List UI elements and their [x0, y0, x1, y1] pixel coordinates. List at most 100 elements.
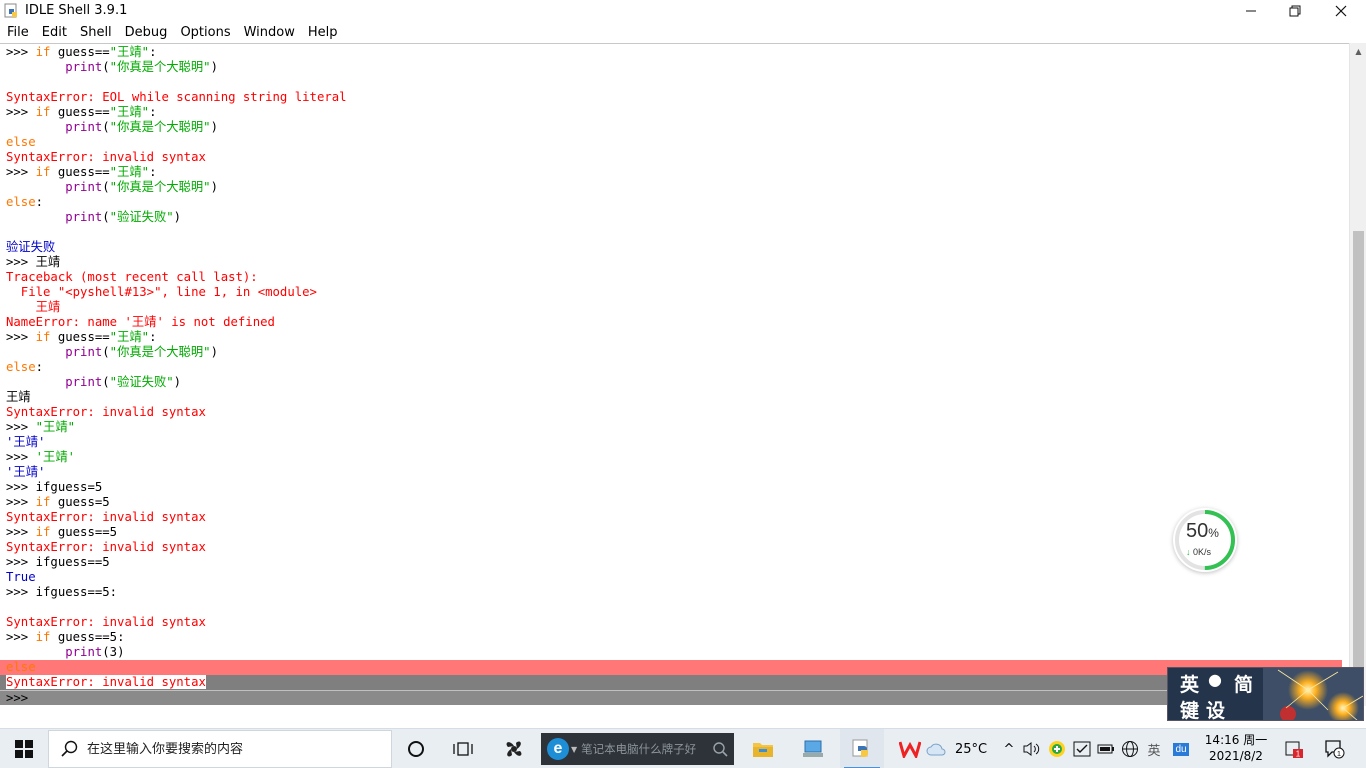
shell-line: '王靖': [6, 465, 1342, 480]
cortana-button[interactable]: [396, 729, 436, 768]
close-button[interactable]: [1318, 0, 1364, 22]
ime-toolbar[interactable]: 英 ● 简 键 设: [1167, 667, 1364, 721]
token-prompt: >>>: [6, 555, 36, 569]
token-prompt: >>>: [6, 450, 36, 464]
green-plus-icon: [1049, 741, 1065, 757]
ime-lang-label[interactable]: 英: [1180, 670, 1199, 697]
shell-line: >>> if guess=="王靖":: [6, 330, 1342, 345]
weather-temp[interactable]: 25°C: [951, 729, 991, 768]
task-view-button[interactable]: [443, 729, 483, 768]
token-plain: ): [210, 60, 218, 74]
browser-search-widget[interactable]: e ▼ 笔记本电脑什么牌子好: [541, 733, 734, 765]
token-plain: guess==: [50, 165, 110, 179]
battery-button[interactable]: [1095, 729, 1117, 768]
svg-text:1: 1: [1337, 749, 1341, 758]
menu-window[interactable]: Window: [238, 25, 301, 40]
scrollbar-thumb[interactable]: [1353, 231, 1364, 701]
shell-editor[interactable]: >>> if guess=="王靖": print("你真是个大聪明") Synt…: [0, 43, 1366, 706]
tray-app-plus-button[interactable]: [1046, 729, 1068, 768]
minimize-button[interactable]: [1228, 0, 1274, 22]
action-center-icon: 1: [1325, 740, 1345, 759]
taskbar-search[interactable]: [48, 730, 392, 768]
restore-button[interactable]: [1272, 0, 1318, 22]
folder-icon: [753, 743, 773, 757]
shell-line: >>> ifguess=5: [6, 480, 1342, 495]
file-explorer-button[interactable]: [742, 729, 784, 768]
token-kw: else: [6, 135, 36, 149]
app-fan-button[interactable]: [493, 729, 535, 768]
token-bi: print: [65, 345, 103, 359]
token-plain: (: [102, 210, 110, 224]
tray-expand-icon[interactable]: ^: [1000, 729, 1018, 768]
shell-line: print("你真是个大聪明"): [6, 180, 1342, 195]
token-plain: ifguess=5: [35, 480, 103, 494]
shell-line: 王靖: [6, 390, 1342, 405]
shell-line: else: [0, 660, 1342, 675]
token-err: SyntaxError: invalid syntax: [6, 540, 206, 554]
globe-icon: [1122, 741, 1138, 757]
shell-line: print("你真是个大聪明"): [6, 120, 1342, 135]
tray-app-check-button[interactable]: [1071, 729, 1093, 768]
token-kw: else: [6, 660, 36, 674]
baidu-button[interactable]: du: [1170, 729, 1192, 768]
shell-line: else:: [6, 360, 1342, 375]
shell-line: >>> if guess=5: [6, 495, 1342, 510]
token-str: "王靖": [109, 105, 150, 119]
ime-moon-icon[interactable]: ●: [1208, 670, 1222, 689]
ime-keyboard-label[interactable]: 键: [1180, 696, 1199, 720]
shell-line: print("验证失败"): [6, 210, 1342, 225]
shell-line: print("你真是个大聪明"): [6, 345, 1342, 360]
token-plain: (: [102, 60, 110, 74]
menu-edit[interactable]: Edit: [36, 25, 73, 40]
taskbar: e ▼ 笔记本电脑什么牌子好 25°C ^: [0, 728, 1366, 768]
cortana-circle-icon: [408, 741, 424, 757]
scroll-up-icon[interactable]: ▲: [1350, 43, 1366, 60]
token-plain: :: [149, 330, 157, 344]
token-str: "王靖": [109, 165, 150, 179]
token-out: '王靖': [6, 465, 46, 479]
shell-line: SyntaxError: invalid syntax: [6, 615, 1342, 630]
network-speed-widget[interactable]: 50% ↓ 0K/s: [1173, 508, 1237, 572]
shell-line: >>> "王靖": [6, 420, 1342, 435]
token-plain: :: [149, 45, 157, 59]
weather-button[interactable]: [924, 729, 948, 768]
token-err: NameError: name '王靖' is not defined: [6, 315, 275, 329]
vertical-scrollbar[interactable]: ▲ ▼: [1349, 43, 1366, 706]
system-clock[interactable]: 14:16 周一 2021/8/2: [1203, 732, 1269, 764]
minimize-icon: [1246, 10, 1256, 12]
token-plain: :: [149, 165, 157, 179]
menu-file[interactable]: File: [1, 25, 35, 40]
token-kw: if: [35, 525, 51, 539]
search-icon: [61, 740, 78, 757]
search-input[interactable]: [87, 741, 377, 757]
ime-script-label[interactable]: 简: [1234, 670, 1253, 697]
menu-help[interactable]: Help: [302, 25, 344, 40]
python-idle-icon: [4, 3, 17, 18]
web-search-icon: [713, 742, 728, 757]
cloud-icon: [926, 743, 946, 756]
shell-line: >>> '王靖': [6, 450, 1342, 465]
shell-output[interactable]: >>> if guess=="王靖": print("你真是个大聪明") Synt…: [0, 45, 1342, 705]
wps-button[interactable]: [896, 729, 924, 768]
shell-line: >>> if guess==5: [6, 525, 1342, 540]
token-bi: print: [65, 60, 103, 74]
app-computer-button[interactable]: [792, 729, 834, 768]
ime-settings-label[interactable]: 设: [1206, 696, 1225, 720]
idle-taskbar-button[interactable]: [840, 729, 884, 768]
start-button[interactable]: [0, 729, 48, 768]
menu-shell[interactable]: Shell: [74, 25, 118, 40]
menu-options[interactable]: Options: [174, 25, 236, 40]
python-icon: [852, 739, 868, 757]
menu-debug[interactable]: Debug: [119, 25, 174, 40]
volume-button[interactable]: [1021, 729, 1043, 768]
input-language[interactable]: 英: [1143, 729, 1165, 768]
shell-line: print(3): [6, 645, 1342, 660]
window-title: IDLE Shell 3.9.1: [25, 3, 128, 18]
network-button[interactable]: [1119, 729, 1141, 768]
web-search-query[interactable]: 笔记本电脑什么牌子好: [581, 741, 696, 757]
notification-app-button[interactable]: 1: [1281, 729, 1307, 768]
action-center-button[interactable]: 1: [1320, 729, 1350, 768]
shell-line: else:: [6, 195, 1342, 210]
token-kw: if: [35, 45, 51, 59]
